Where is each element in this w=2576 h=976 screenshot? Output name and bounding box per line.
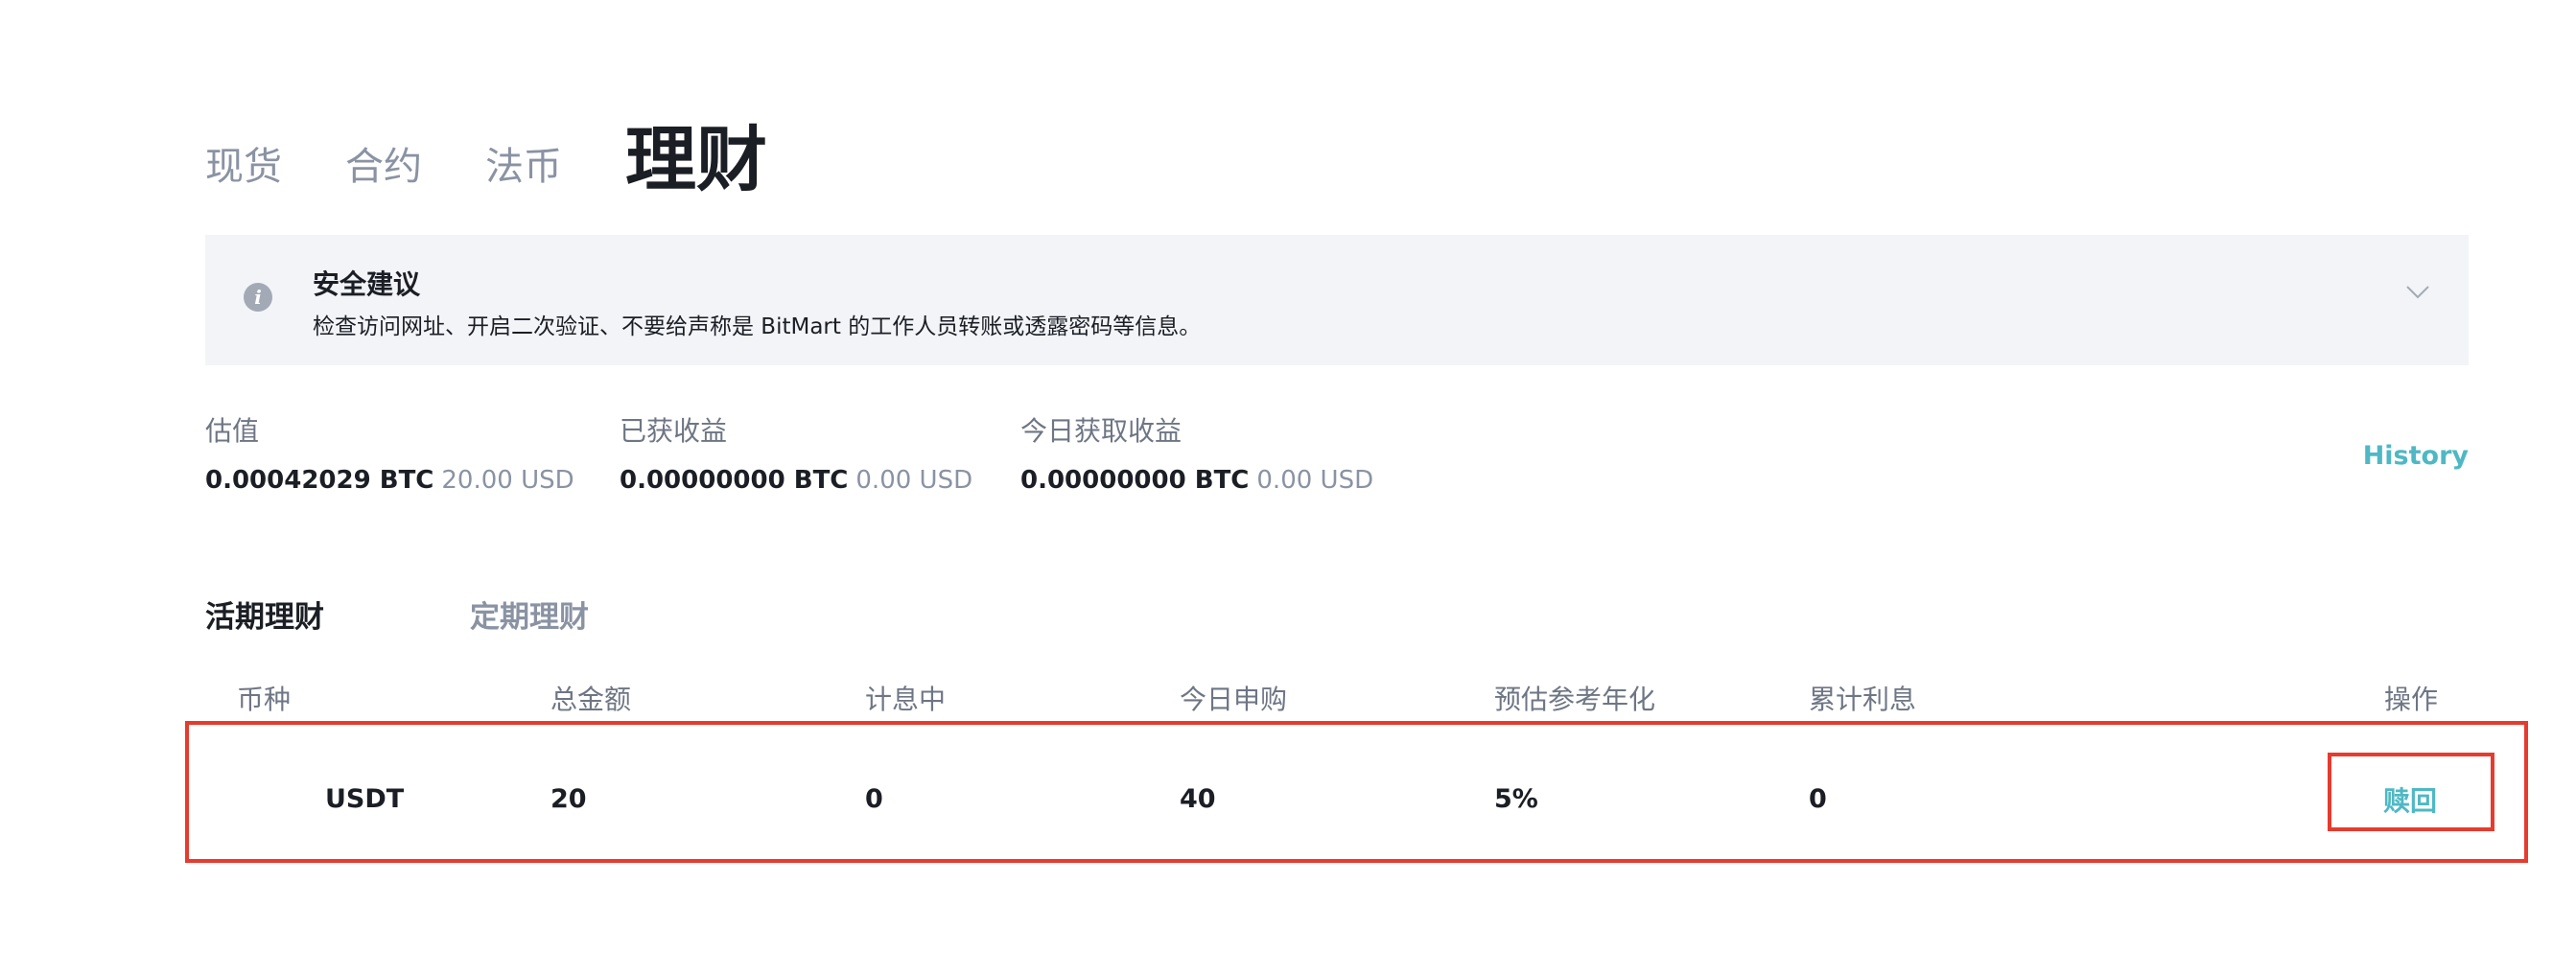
security-notice: i 安全建议 检查访问网址、开启二次验证、不要给声称是 BitMart 的工作人… bbox=[205, 235, 2469, 365]
top-tabs: 现货 合约 法币 理财 bbox=[205, 104, 831, 199]
table-row bbox=[185, 721, 2528, 863]
cell-total: 20 bbox=[550, 784, 587, 814]
stat-today: 今日获取收益 0.00000000 BTC 0.00 USD bbox=[1020, 410, 1373, 495]
cell-interest: 0 bbox=[1809, 784, 1827, 814]
stat-value: 0.00000000 BTC 0.00 USD bbox=[620, 466, 972, 495]
stat-usd: 20.00 USD bbox=[441, 466, 574, 495]
column-header-total: 总金额 bbox=[550, 684, 632, 715]
column-header-today-purchase: 今日申购 bbox=[1180, 684, 1288, 715]
stat-btc: 0.00000000 BTC bbox=[620, 466, 849, 495]
notice-title: 安全建议 bbox=[313, 268, 421, 300]
history-link[interactable]: History bbox=[2363, 441, 2469, 471]
tab-fiat[interactable]: 法币 bbox=[485, 148, 562, 199]
column-header-action: 操作 bbox=[2384, 684, 2439, 715]
tab-fixed[interactable]: 定期理财 bbox=[470, 593, 589, 636]
stat-usd: 0.00 USD bbox=[1256, 466, 1374, 495]
finance-page: 现货 合约 法币 理财 i 安全建议 检查访问网址、开启二次验证、不要给声称是 … bbox=[0, 0, 2576, 976]
tab-futures[interactable]: 合约 bbox=[345, 148, 422, 199]
column-header-coin: 币种 bbox=[237, 684, 292, 715]
cell-today-purchase: 40 bbox=[1180, 784, 1216, 814]
cell-apy: 5% bbox=[1494, 784, 1538, 814]
stat-label: 今日获取收益 bbox=[1020, 415, 1183, 447]
chevron-down-icon[interactable] bbox=[2405, 279, 2430, 304]
stat-valuation: 估值 0.00042029 BTC 20.00 USD bbox=[205, 410, 574, 495]
stat-label: 估值 bbox=[205, 415, 260, 447]
tab-flexible[interactable]: 活期理财 bbox=[205, 593, 324, 636]
tab-finance[interactable]: 理财 bbox=[625, 125, 767, 199]
cell-coin: USDT bbox=[325, 784, 405, 814]
notice-text: 检查访问网址、开启二次验证、不要给声称是 BitMart 的工作人员转账或透露密… bbox=[313, 314, 1202, 339]
stat-btc: 0.00000000 BTC bbox=[1020, 466, 1250, 495]
stat-earned: 已获收益 0.00000000 BTC 0.00 USD bbox=[620, 410, 972, 495]
stat-usd: 0.00 USD bbox=[855, 466, 973, 495]
tab-spot[interactable]: 现货 bbox=[205, 148, 282, 199]
info-icon: i bbox=[244, 283, 272, 312]
column-header-apy: 预估参考年化 bbox=[1494, 684, 1656, 715]
redeem-button[interactable]: 赎回 bbox=[2383, 780, 2437, 819]
column-header-accruing: 计息中 bbox=[865, 684, 947, 715]
stat-btc: 0.00042029 BTC bbox=[205, 466, 434, 495]
stat-value: 0.00042029 BTC 20.00 USD bbox=[205, 466, 574, 495]
product-subtabs: 活期理财 定期理财 bbox=[205, 593, 735, 636]
column-header-interest: 累计利息 bbox=[1809, 684, 1917, 715]
stat-label: 已获收益 bbox=[620, 415, 728, 447]
cell-accruing: 0 bbox=[865, 784, 883, 814]
stat-value: 0.00000000 BTC 0.00 USD bbox=[1020, 466, 1373, 495]
